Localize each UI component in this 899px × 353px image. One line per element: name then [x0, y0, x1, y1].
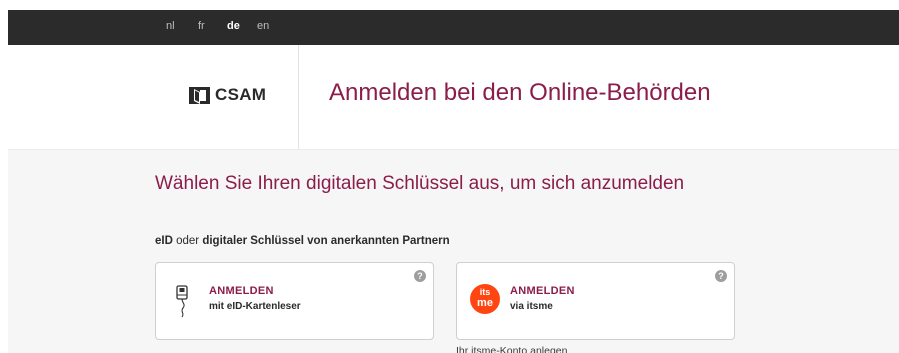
card-description: mit eID-Kartenleser	[209, 301, 301, 312]
card-title: ANMELDEN	[510, 285, 575, 297]
page-title: Anmelden bei den Online-Behörden	[329, 79, 711, 106]
itsme-icon: its me	[470, 284, 500, 314]
language-de-link[interactable]: de	[227, 20, 240, 32]
header-divider	[298, 45, 299, 149]
card-reader-icon	[176, 285, 188, 318]
language-nl-link[interactable]: nl	[166, 20, 175, 32]
section-title: Wählen Sie Ihren digitalen Schlüssel aus…	[155, 173, 685, 194]
itsme-icon-text-me: me	[477, 297, 493, 309]
help-icon[interactable]: ?	[414, 270, 426, 282]
eid-login-card[interactable]: ? ANMELDEN mit eID-Kartenleser	[155, 262, 434, 340]
logo-text: CSAM	[215, 85, 267, 104]
intro-eid: eID	[155, 235, 173, 247]
main-content: Wählen Sie Ihren digitalen Schlüssel aus…	[8, 150, 899, 353]
create-itsme-account-link[interactable]: Ihr itsme-Konto anlegen	[456, 345, 567, 353]
csam-logo-icon	[189, 86, 210, 104]
header: CSAM Anmelden bei den Online-Behörden	[8, 45, 899, 150]
help-icon[interactable]: ?	[715, 270, 727, 282]
intro-connector: oder	[172, 235, 203, 247]
intro-partners: digitaler Schlüssel von anerkannten Part…	[202, 235, 450, 247]
card-description: via itsme	[510, 301, 553, 312]
itsme-icon-text-its: its	[479, 287, 491, 297]
intro-text: eID oder digitaler Schlüssel von anerkan…	[155, 235, 450, 247]
language-fr-link[interactable]: fr	[198, 20, 205, 32]
itsme-login-card[interactable]: ? its me ANMELDEN via itsme	[456, 262, 735, 340]
page: nl fr de en CSAM Anmelden bei den Online…	[8, 10, 899, 353]
card-title: ANMELDEN	[209, 285, 274, 297]
csam-logo[interactable]: CSAM	[189, 85, 266, 105]
language-bar: nl fr de en	[8, 10, 899, 45]
language-en-link[interactable]: en	[257, 20, 269, 32]
